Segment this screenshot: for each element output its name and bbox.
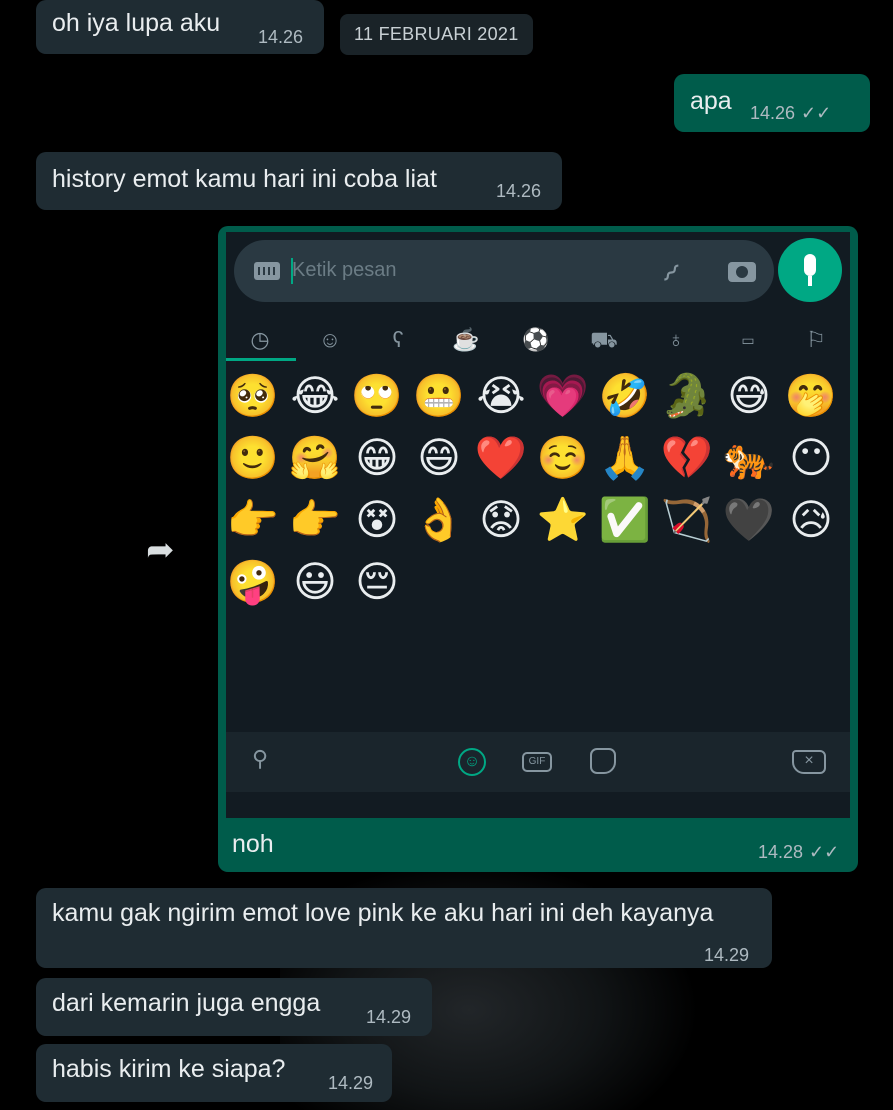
emoji-item: ⭐: [536, 495, 590, 544]
emoji-item: 🤣: [598, 371, 652, 420]
emoji-item: 🤭: [784, 371, 838, 420]
forward-icon[interactable]: ➦: [146, 530, 175, 570]
incoming-message[interactable]: history emot kamu hari ini coba liat 14.…: [36, 152, 562, 210]
emoji-item: 👉: [226, 495, 280, 544]
message-time: 14.26 ✓✓: [750, 98, 831, 128]
message-time: 14.29: [704, 945, 750, 965]
incoming-message[interactable]: kamu gak ngirim emot love pink ke aku ha…: [36, 888, 772, 968]
emoji-item: 🙄: [350, 371, 404, 420]
emoji-item: 🤪: [226, 557, 280, 606]
smiley-icon: ☺: [318, 327, 342, 352]
emoji-item: 🐅: [722, 433, 776, 482]
incoming-message[interactable]: dari kemarin juga engga 14.29: [36, 978, 432, 1036]
emoji-item: 🤗: [288, 433, 342, 482]
recent-icon: ◷: [250, 327, 270, 352]
emoji-item: 👌: [412, 495, 466, 544]
emoji-tab-icon: ☺: [458, 748, 486, 776]
food-icon: ☕: [452, 327, 480, 352]
emoji-item: 🖤: [722, 495, 776, 544]
attach-icon: ⌇: [655, 258, 686, 289]
active-category-indicator: [226, 358, 296, 361]
image-caption: noh: [232, 830, 274, 858]
message-time: 14.26: [258, 27, 304, 47]
emoji-item: 😂: [290, 371, 340, 420]
message-time-value: 14.26: [750, 103, 796, 123]
message-time: 14.29: [366, 1007, 412, 1027]
emoji-item: 😵: [355, 495, 399, 544]
emoji-item: 💔: [660, 433, 714, 482]
emoji-item: 😭: [476, 371, 526, 420]
activity-icon: ⚽: [522, 327, 550, 352]
date-separator: 11 FEBRUARI 2021: [340, 14, 533, 55]
message-text: dari kemarin juga engga: [52, 989, 321, 1017]
message-text: apa: [690, 87, 732, 115]
sticker-icon: [590, 748, 616, 774]
emoji-item: 😶: [789, 433, 833, 482]
emoji-item: 🥺: [226, 371, 280, 420]
input-placeholder: Ketik pesan: [292, 259, 397, 281]
message-text: history emot kamu hari ini coba liat: [52, 165, 437, 193]
search-icon: ⚲: [252, 746, 269, 771]
read-ticks-icon: ✓✓: [809, 842, 840, 862]
emoji-item: ❤️: [474, 433, 528, 482]
message-time: 14.29: [328, 1073, 374, 1093]
message-text: oh iya lupa aku: [52, 9, 221, 37]
emoji-item: 🏹: [660, 495, 714, 544]
message-text: habis kirim ke siapa?: [52, 1055, 286, 1083]
emoji-item: 🙂: [226, 433, 280, 482]
travel-icon: ⛟: [590, 327, 618, 352]
emoji-item: 😁: [355, 433, 399, 482]
emoji-item: 😄: [417, 433, 461, 482]
emoji-item: 😔: [355, 557, 399, 606]
mic-icon: [778, 238, 842, 302]
gif-icon: GIF: [522, 752, 552, 772]
emoji-item: 😬: [412, 371, 466, 420]
message-text: kamu gak ngirim emot love pink ke aku ha…: [52, 899, 714, 927]
camera-icon: [728, 262, 756, 282]
emoji-item: 🐊: [660, 371, 714, 420]
message-time: 14.28 ✓✓: [758, 842, 839, 863]
objects-icon: ♁: [667, 327, 685, 352]
emoji-item: 🙏: [598, 433, 652, 482]
incoming-message[interactable]: oh iya lupa aku 14.26: [36, 0, 324, 54]
emoji-item: 💗: [536, 371, 590, 420]
keyboard-icon: [254, 262, 280, 280]
emoji-item: 😥: [789, 495, 833, 544]
emoji-category-row: ◷ ☺ ʕ ☕ ⚽ ⛟ ♁ ▭ ⚐: [226, 320, 850, 360]
emoji-item: 👉: [288, 495, 342, 544]
animal-icon: ʕ: [392, 327, 404, 352]
read-ticks-icon: ✓✓: [801, 103, 832, 123]
emoji-item: ☺️: [536, 433, 590, 482]
flags-icon: ⚐: [806, 327, 826, 352]
emoji-bottom-bar: ⚲ ☺ GIF ×: [226, 732, 850, 792]
message-input-bar: Ketik pesan ⌇: [234, 240, 774, 302]
incoming-message[interactable]: habis kirim ke siapa? 14.29: [36, 1044, 392, 1102]
emoji-item: 😟: [479, 495, 523, 544]
emoji-item: 😅: [727, 371, 771, 420]
message-time-value: 14.28: [758, 842, 804, 862]
backspace-icon: ×: [792, 750, 826, 774]
symbols-icon: ▭: [741, 332, 755, 348]
shared-screenshot[interactable]: Ketik pesan ⌇ ◷ ☺ ʕ ☕ ⚽ ⛟ ♁ ▭ ⚐ 🥺 😂 🙄 😬 😭 💗 🤣 🐊…: [226, 232, 850, 818]
emoji-item: 😃: [293, 557, 337, 606]
message-time: 14.26: [496, 181, 542, 201]
outgoing-message[interactable]: apa 14.26 ✓✓: [674, 74, 870, 132]
emoji-item: ✅: [598, 495, 652, 544]
